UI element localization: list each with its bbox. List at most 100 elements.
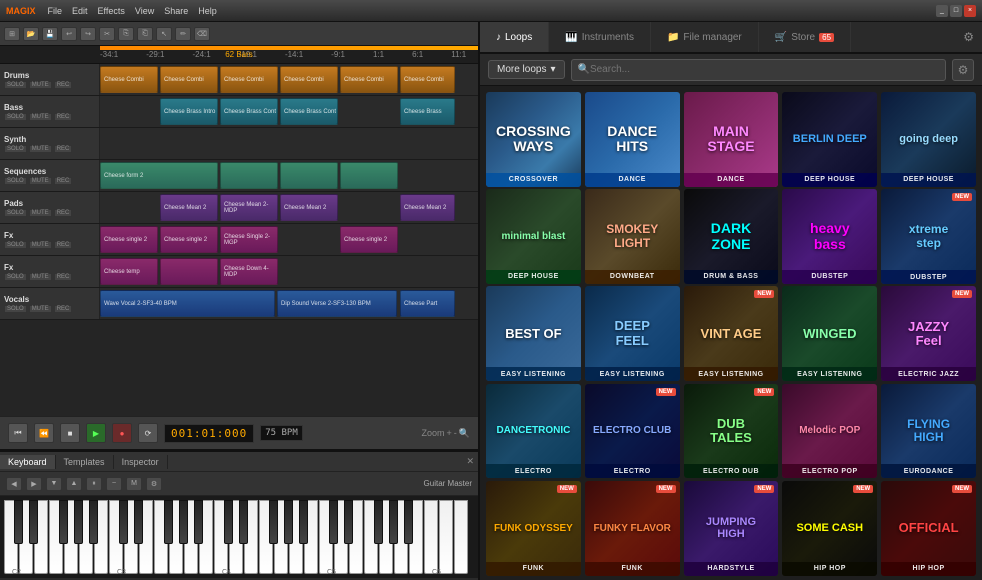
album-card[interactable]: NEWJUMPING HIGHHARDSTYLE: [684, 481, 779, 576]
album-card[interactable]: WINGEDEASY LISTENING: [782, 286, 877, 381]
tab-keyboard[interactable]: Keyboard: [0, 455, 56, 469]
track-clip[interactable]: Cheese Combi: [160, 66, 218, 93]
kb-settings[interactable]: ⚙: [146, 477, 162, 491]
black-key[interactable]: [59, 500, 68, 544]
rec-btn[interactable]: REC: [54, 209, 73, 217]
white-key[interactable]: [454, 500, 468, 574]
solo-btn[interactable]: SOLO: [4, 273, 27, 281]
album-card[interactable]: Melodic POPELECTRO POP: [782, 384, 877, 479]
menu-view[interactable]: View: [131, 5, 158, 17]
black-key[interactable]: [119, 500, 128, 544]
rec-btn[interactable]: REC: [54, 241, 73, 249]
album-card[interactable]: SMOKEY LIGHTDOWNBEAT: [585, 189, 680, 284]
minimize-button[interactable]: _: [936, 5, 948, 17]
rec-btn[interactable]: REC: [54, 177, 73, 185]
track-content-drums[interactable]: Cheese Combi Cheese Combi Cheese Combi C…: [100, 64, 478, 95]
album-card[interactable]: NEWxtreme stepDUBSTEP: [881, 189, 976, 284]
track-clip[interactable]: Wave Vocal 2-SF3-40 BPM: [100, 290, 275, 317]
black-key[interactable]: [164, 500, 173, 544]
track-clip[interactable]: Cheese Brass Intro: [160, 98, 218, 125]
tab-filemanager[interactable]: 📁 File manager: [651, 22, 759, 52]
kb-sustain[interactable]: ⏸: [86, 477, 102, 491]
album-card[interactable]: MAIN STAGEDANCE: [684, 92, 779, 187]
track-clip[interactable]: Cheese Combi: [220, 66, 278, 93]
rec-btn[interactable]: REC: [54, 273, 73, 281]
album-card[interactable]: minimal blastDEEP HOUSE: [486, 189, 581, 284]
track-content-synth[interactable]: [100, 128, 478, 159]
album-card[interactable]: NEWDUB TALESELECTRO DUB: [684, 384, 779, 479]
album-card[interactable]: heavy bassDUBSTEP: [782, 189, 877, 284]
toolbar-copy[interactable]: ⎘: [118, 27, 134, 41]
maximize-button[interactable]: □: [950, 5, 962, 17]
rec-btn[interactable]: REC: [54, 145, 73, 153]
search-input-wrap[interactable]: 🔍: [571, 59, 947, 81]
track-clip[interactable]: Cheese Down 4-MDP: [220, 258, 278, 285]
track-clip[interactable]: Cheese Brass Cont: [220, 98, 278, 125]
track-clip[interactable]: [160, 258, 218, 285]
toolbar-undo[interactable]: ↩: [61, 27, 77, 41]
album-card[interactable]: NEWSOME CASHHIP HOP: [782, 481, 877, 576]
mute-btn[interactable]: MUTE: [29, 145, 52, 153]
zoom-icon[interactable]: 🔍: [459, 428, 470, 439]
album-card[interactable]: FLYING HIGHEURODANCE: [881, 384, 976, 479]
track-clip[interactable]: Cheese single 2: [340, 226, 398, 253]
track-clip[interactable]: Cheese Mean 2: [400, 194, 455, 221]
track-content-pads[interactable]: Cheese Mean 2 Cheese Mean 2-MDP Cheese M…: [100, 192, 478, 223]
track-clip[interactable]: Cheese Combi: [280, 66, 338, 93]
black-key[interactable]: [374, 500, 383, 544]
menu-share[interactable]: Share: [160, 5, 192, 17]
menu-file[interactable]: File: [44, 5, 67, 17]
album-card[interactable]: NEWOFFICIALHIP HOP: [881, 481, 976, 576]
rec-btn[interactable]: REC: [54, 113, 73, 121]
loop-button[interactable]: ⟳: [138, 423, 158, 443]
toolbar-erase[interactable]: ⌫: [194, 27, 210, 41]
tab-store[interactable]: 🛒 Store 65: [759, 22, 851, 52]
black-key[interactable]: [194, 500, 203, 544]
mute-btn[interactable]: MUTE: [29, 81, 52, 89]
rec-btn[interactable]: REC: [54, 305, 73, 313]
black-key[interactable]: [269, 500, 278, 544]
black-key[interactable]: [299, 500, 308, 544]
tab-loops[interactable]: ♪ Loops: [480, 22, 549, 52]
album-card[interactable]: DANCE HITSDANCE: [585, 92, 680, 187]
black-key[interactable]: [14, 500, 23, 544]
toolbar-pointer[interactable]: ↖: [156, 27, 172, 41]
black-key[interactable]: [134, 500, 143, 544]
track-clip[interactable]: Cheese Combi: [400, 66, 455, 93]
black-key[interactable]: [179, 500, 188, 544]
album-card[interactable]: BEST OFEASY LISTENING: [486, 286, 581, 381]
kb-vel-down[interactable]: ▼: [46, 477, 62, 491]
kb-pitch[interactable]: ~: [106, 477, 122, 491]
toolbar-open[interactable]: 📂: [23, 27, 39, 41]
mute-btn[interactable]: MUTE: [29, 305, 52, 313]
menu-help[interactable]: Help: [194, 5, 221, 17]
rec-btn[interactable]: REC: [54, 81, 73, 89]
mute-btn[interactable]: MUTE: [29, 273, 52, 281]
album-card[interactable]: NEWVINT AGEEASY LISTENING: [684, 286, 779, 381]
album-card[interactable]: NEWFUNKY FLAVORFUNK: [585, 481, 680, 576]
solo-btn[interactable]: SOLO: [4, 177, 27, 185]
solo-btn[interactable]: SOLO: [4, 241, 27, 249]
toolbar-redo[interactable]: ↪: [80, 27, 96, 41]
track-clip[interactable]: Cheese Brass: [400, 98, 455, 125]
track-clip[interactable]: Cheese form 2: [100, 162, 218, 189]
black-key[interactable]: [29, 500, 38, 544]
track-clip[interactable]: Dip Sound Verse 2-SF3-130 BPM: [277, 290, 397, 317]
toolbar-paste[interactable]: ⎗: [137, 27, 153, 41]
kb-mod[interactable]: M: [126, 477, 142, 491]
track-clip[interactable]: Cheese Mean 2: [160, 194, 218, 221]
track-clip[interactable]: [220, 162, 278, 189]
track-content-vocals[interactable]: Wave Vocal 2-SF3-40 BPM Dip Sound Verse …: [100, 288, 478, 319]
close-button[interactable]: ×: [964, 5, 976, 17]
menu-edit[interactable]: Edit: [68, 5, 92, 17]
tab-templates[interactable]: Templates: [56, 455, 114, 469]
album-card[interactable]: NEWJAZZY FeelELECTRIC JAZZ: [881, 286, 976, 381]
track-clip[interactable]: Cheese temp: [100, 258, 158, 285]
mute-btn[interactable]: MUTE: [29, 177, 52, 185]
track-content-sequences[interactable]: Cheese form 2: [100, 160, 478, 191]
solo-btn[interactable]: SOLO: [4, 305, 27, 313]
album-card[interactable]: DANCETRONICELECTRO: [486, 384, 581, 479]
album-card[interactable]: going deepDEEP HOUSE: [881, 92, 976, 187]
black-key[interactable]: [284, 500, 293, 544]
track-content-fx8[interactable]: Cheese single 2 Cheese single 2 Cheese S…: [100, 224, 478, 255]
